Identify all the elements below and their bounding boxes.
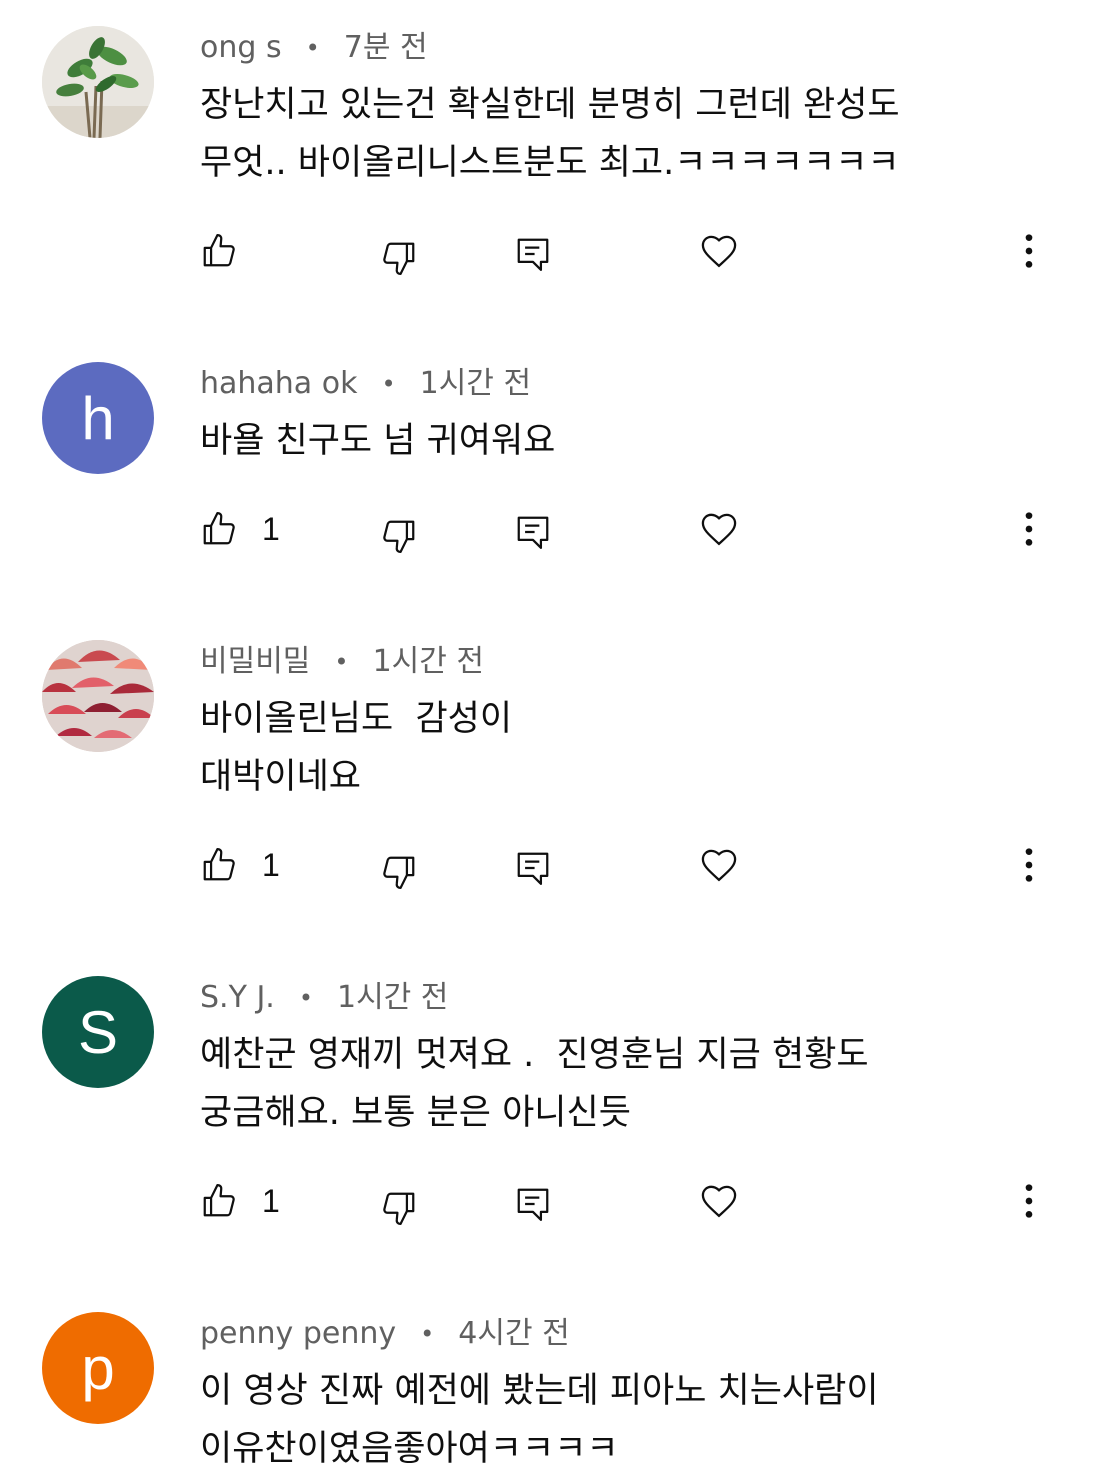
more-vertical-icon [1025,234,1033,268]
more-vertical-icon [1025,512,1033,546]
thumbs-down-icon [383,520,415,553]
author-name[interactable]: penny penny [200,1316,396,1351]
comment-text: 바이올린님도 감성이 대박이네요 [200,699,513,797]
avatar[interactable]: h [42,362,154,474]
separator-dot: • [298,984,313,1012]
comment-time: 1시간 전 [336,980,449,1015]
reply-button[interactable] [514,504,552,554]
comment-meta: S.Y J. • 1시간 전 [200,978,448,1018]
separator-dot: • [381,370,396,398]
comment-time: 7분 전 [343,30,428,65]
more-button[interactable] [1012,504,1046,554]
more-button[interactable] [1012,840,1046,890]
heart-icon [701,849,737,882]
comment-meta: 비밀비밀 • 1시간 전 [200,642,484,682]
separator-dot: • [305,34,320,62]
reply-icon [517,1188,549,1221]
comment-text: 이 영상 진짜 예전에 봤는데 피아노 치는사람이 이유찬이였음좋아여ㅋㅋㅋㅋ [200,1371,879,1469]
comment-time: 4시간 전 [458,1316,570,1351]
comment-meta: ong s • 7분 전 [200,28,428,68]
heart-button[interactable] [698,504,740,554]
reply-icon [517,516,549,549]
avatar-letter: p [81,1334,115,1402]
more-vertical-icon [1025,1184,1033,1218]
avatar-letter: h [81,384,115,452]
comment-text: 예찬군 영재끼 멋져요 . 진영훈님 지금 현황도 궁금해요. 보통 분은 아니… [200,1035,869,1133]
umbrellas-avatar-image [42,640,154,752]
dislike-button[interactable] [380,226,418,276]
like-button[interactable] [200,226,262,276]
like-button[interactable]: 1 [200,504,280,554]
like-button[interactable]: 1 [200,840,280,890]
more-vertical-icon [1025,848,1033,882]
thumbs-down-icon [383,856,415,889]
reply-icon [517,852,549,885]
heart-icon [701,513,737,546]
author-name[interactable]: ong s [200,30,282,65]
avatar[interactable] [42,26,154,138]
comment-meta: hahaha ok • 1시간 전 [200,364,531,404]
thumbs-down-icon [383,242,415,275]
dislike-button[interactable] [380,840,418,890]
thumbs-up-icon [203,848,235,881]
separator-dot: • [334,648,349,676]
comment-actions [0,226,1120,276]
thumbs-up-icon [203,512,235,545]
reply-button[interactable] [514,840,552,890]
reply-button[interactable] [514,226,552,276]
author-name[interactable]: 비밀비밀 [200,644,310,679]
comment-text: 장난치고 있는건 확실한데 분명히 그런데 완성도 무엇.. 바이올리니스트분도… [200,85,900,183]
dislike-button[interactable] [380,504,418,554]
heart-icon [701,1185,737,1218]
dislike-button[interactable] [380,1176,418,1226]
heart-button[interactable] [698,840,740,890]
avatar[interactable]: p [42,1312,154,1424]
thumbs-up-icon [203,1184,235,1217]
heart-icon [701,235,737,268]
more-button[interactable] [1012,1176,1046,1226]
avatar[interactable]: S [42,976,154,1088]
more-button[interactable] [1012,226,1046,276]
thumbs-down-icon [383,1192,415,1225]
comment-time: 1시간 전 [372,644,484,679]
comment-meta: penny penny • 4시간 전 [200,1314,570,1354]
reply-button[interactable] [514,1176,552,1226]
separator-dot: • [420,1320,435,1348]
plant-avatar-image [42,26,154,138]
comment-actions: 1 [0,840,1120,890]
like-count: 1 [262,846,280,883]
avatar-letter: S [77,998,119,1066]
author-name[interactable]: S.Y J. [200,980,275,1015]
comment-text: 바욜 친구도 넘 귀여워요 [200,421,556,461]
comment-actions: 1 [0,1176,1120,1226]
like-button[interactable]: 1 [200,1176,280,1226]
like-count: 1 [262,1182,280,1219]
avatar[interactable] [42,640,154,752]
comment-actions: 1 [0,504,1120,554]
heart-button[interactable] [698,1176,740,1226]
author-name[interactable]: hahaha ok [200,366,357,401]
comment-time: 1시간 전 [419,366,532,401]
thumbs-up-icon [203,234,235,267]
heart-button[interactable] [698,226,740,276]
reply-icon [517,238,549,271]
like-count: 1 [262,510,280,547]
